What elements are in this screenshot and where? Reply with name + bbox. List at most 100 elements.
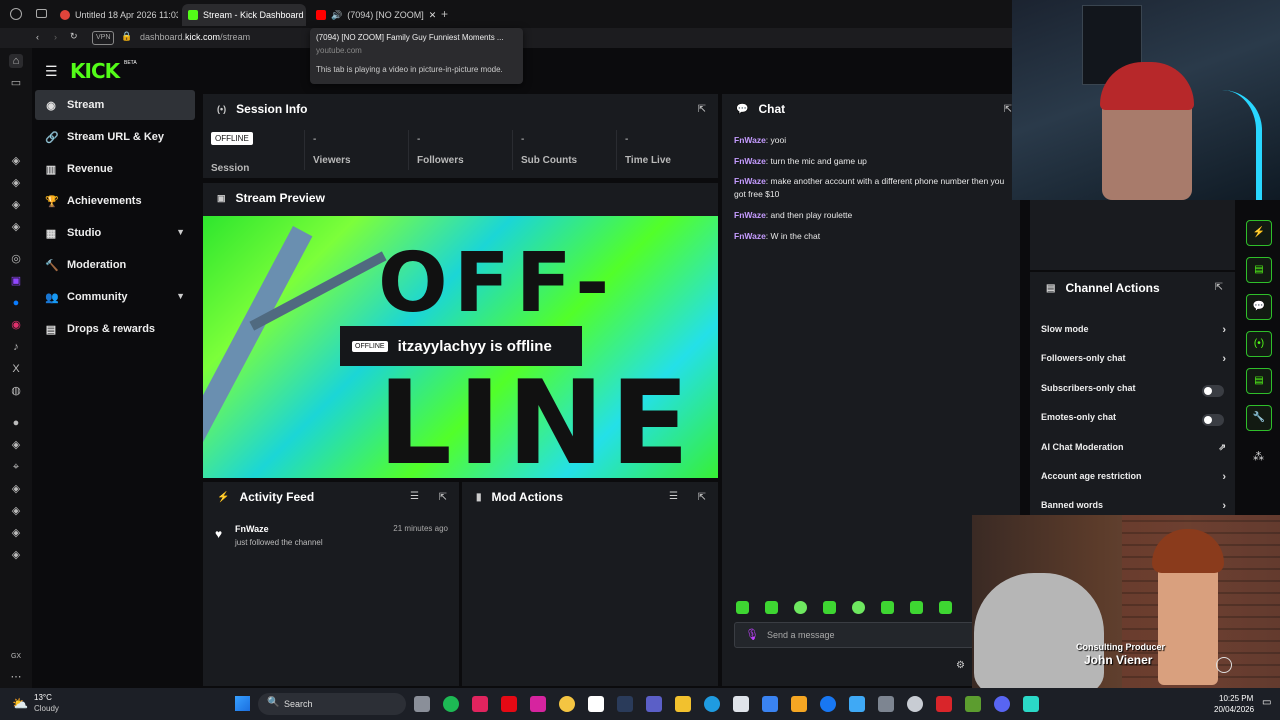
store-icon[interactable]: [733, 696, 749, 712]
emote-icon[interactable]: [881, 601, 894, 614]
subscribers-only-toggle[interactable]: [1202, 385, 1224, 397]
chevron-right-icon[interactable]: ›: [1222, 500, 1226, 512]
channel-action-subscribers-only[interactable]: Subscribers-only chat: [1041, 383, 1226, 399]
app-icon[interactable]: [1023, 696, 1039, 712]
tab-youtube[interactable]: 🔊 (7094) [NO ZOOM] ✕: [310, 4, 438, 26]
cube-icon[interactable]: ◈: [9, 438, 23, 452]
task-view-icon[interactable]: [414, 696, 430, 712]
channel-action-account-age[interactable]: Account age restriction ›: [1041, 471, 1226, 487]
cube-icon[interactable]: ◈: [9, 526, 23, 540]
emote-icon[interactable]: [736, 601, 749, 614]
filter-icon[interactable]: ☰: [410, 491, 419, 502]
instagram-icon[interactable]: [530, 696, 546, 712]
pip-control-icon[interactable]: [1216, 657, 1232, 673]
cube-icon[interactable]: ◈: [9, 220, 23, 234]
onedrive-icon[interactable]: [849, 696, 865, 712]
cube-icon[interactable]: ◈: [9, 482, 23, 496]
minecraft-icon[interactable]: [965, 696, 981, 712]
back-icon[interactable]: ‹: [36, 32, 39, 42]
messenger-icon[interactable]: ◎: [9, 252, 23, 266]
lightning-icon[interactable]: ⚡: [1246, 220, 1272, 246]
chat-username[interactable]: FnWaze: [734, 156, 766, 166]
popout-icon[interactable]: ⇱: [439, 492, 447, 503]
workspace-icon[interactable]: [36, 9, 47, 18]
mic-icon[interactable]: 🎙: [745, 628, 759, 641]
weather-temp[interactable]: 13°C: [34, 693, 52, 702]
nav-achievements[interactable]: 🏆 Achievements: [35, 186, 195, 216]
emote-icon[interactable]: [939, 601, 952, 614]
app-icon[interactable]: [936, 696, 952, 712]
reload-icon[interactable]: ↻: [70, 31, 78, 42]
tab-recording[interactable]: Untitled 18 Apr 2026 11:03: [54, 4, 178, 26]
channel-action-followers-only[interactable]: Followers-only chat ›: [1041, 353, 1226, 369]
emotes-only-toggle[interactable]: [1202, 414, 1224, 426]
notification-icon[interactable]: ▭: [1262, 697, 1271, 708]
vpn-badge[interactable]: VPN: [92, 31, 115, 45]
messenger-icon[interactable]: ●: [9, 296, 23, 310]
nav-drops-rewards[interactable]: ▤ Drops & rewards: [35, 314, 195, 344]
cube-icon[interactable]: ◈: [9, 504, 23, 518]
gamepad-icon[interactable]: ▭: [9, 76, 23, 90]
nav-stream[interactable]: ◉ Stream: [35, 90, 195, 120]
settings-icon[interactable]: ⚙: [956, 660, 965, 671]
emote-icon[interactable]: [852, 601, 865, 614]
popout-icon[interactable]: ⇱: [1004, 104, 1012, 115]
chevron-right-icon[interactable]: ›: [1222, 353, 1226, 365]
connections-icon[interactable]: ⁂: [1253, 450, 1264, 463]
amazon-icon[interactable]: [588, 696, 604, 712]
opera-gx-icon[interactable]: [617, 696, 633, 712]
chat-username[interactable]: FnWaze: [734, 231, 766, 241]
instagram-icon[interactable]: ◉: [9, 318, 23, 332]
emote-icon[interactable]: [910, 601, 923, 614]
pin-icon[interactable]: ⌖: [9, 460, 23, 474]
hamburger-menu-icon[interactable]: ☰: [45, 63, 58, 80]
emote-icon[interactable]: [794, 601, 807, 614]
discord-icon[interactable]: [994, 696, 1010, 712]
spotify-icon[interactable]: ●: [9, 416, 23, 430]
app-icon[interactable]: [791, 696, 807, 712]
external-link-icon[interactable]: ⇗: [1218, 442, 1226, 453]
chat-input[interactable]: 🎙 Send a message: [734, 622, 974, 648]
emote-icon[interactable]: [823, 601, 836, 614]
channel-actions-icon[interactable]: ▤: [1246, 368, 1272, 394]
nav-revenue[interactable]: ▥ Revenue: [35, 154, 195, 184]
windows-start-icon[interactable]: [235, 696, 250, 711]
speaker-icon[interactable]: 🔊: [331, 10, 342, 21]
popout-icon[interactable]: ⇱: [698, 104, 706, 115]
time[interactable]: 10:25 PM: [1219, 694, 1253, 703]
popout-icon[interactable]: ⇱: [1215, 282, 1223, 293]
new-tab-button[interactable]: +: [441, 7, 448, 21]
facebook-icon[interactable]: [820, 696, 836, 712]
taskbar-search[interactable]: 🔍 Search: [258, 693, 406, 715]
gx-icon[interactable]: GX: [9, 650, 23, 664]
file-explorer-icon[interactable]: [675, 696, 691, 712]
home-icon[interactable]: ⌂: [9, 54, 23, 68]
tab-kick-dashboard[interactable]: Stream - Kick Dashboard: [182, 4, 306, 26]
channel-action-slow-mode[interactable]: Slow mode ›: [1041, 324, 1226, 340]
channel-action-banned-words[interactable]: Banned words ›: [1041, 500, 1226, 516]
netflix-icon[interactable]: [501, 696, 517, 712]
mail-icon[interactable]: [762, 696, 778, 712]
nav-moderation[interactable]: 🔨 Moderation: [35, 250, 195, 280]
weather-icon[interactable]: ⛅: [12, 696, 28, 712]
nav-stream-url-key[interactable]: 🔗 Stream URL & Key: [35, 122, 195, 152]
media-player-icon[interactable]: [472, 696, 488, 712]
settings-icon[interactable]: [878, 696, 894, 712]
edge-icon[interactable]: [704, 696, 720, 712]
x-icon[interactable]: X: [9, 362, 23, 376]
pip-video[interactable]: Consulting Producer John Viener: [972, 515, 1280, 688]
wrench-icon[interactable]: 🔧: [1246, 405, 1272, 431]
more-icon[interactable]: ⋯: [9, 670, 23, 684]
kick-logo[interactable]: KICK: [70, 59, 120, 83]
channel-action-emotes-only[interactable]: Emotes-only chat: [1041, 412, 1226, 428]
chevron-right-icon[interactable]: ›: [1222, 471, 1226, 483]
cube-icon[interactable]: ◈: [9, 198, 23, 212]
close-tab-icon[interactable]: ✕: [429, 10, 437, 21]
chevron-down-icon[interactable]: ▼: [176, 291, 185, 301]
browser-menu-icon[interactable]: [10, 8, 22, 20]
cube-icon[interactable]: ◈: [9, 548, 23, 562]
forward-icon[interactable]: ›: [54, 32, 57, 42]
emote-icon[interactable]: [765, 601, 778, 614]
chat-bubble-icon[interactable]: 💬: [1246, 294, 1272, 320]
nav-studio[interactable]: ▦ Studio ▼: [35, 218, 195, 248]
